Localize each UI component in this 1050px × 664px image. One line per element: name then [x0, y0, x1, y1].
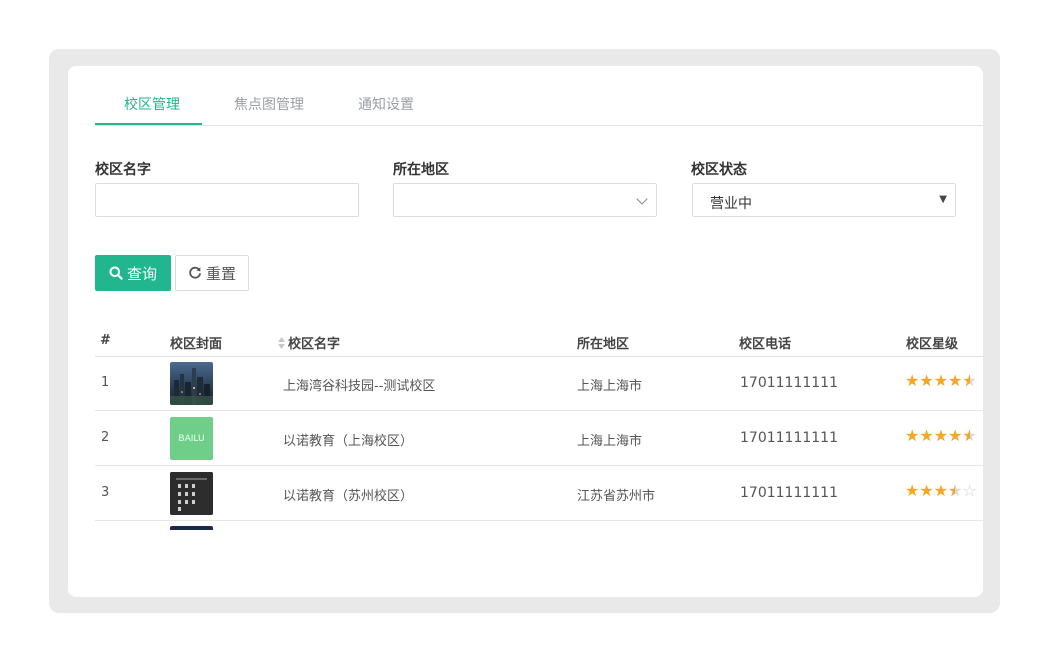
star-half-icon: ★ — [948, 481, 962, 500]
star-full-icon: ★ — [919, 371, 934, 390]
campus-name-input[interactable] — [96, 184, 358, 216]
header-phone: 校区电话 — [739, 337, 792, 352]
reset-button[interactable]: 重置 — [175, 255, 249, 291]
campus-cover-image: BAILU — [170, 417, 213, 460]
search-icon — [109, 266, 123, 280]
tab-notification-settings[interactable]: 通知设置 — [358, 94, 414, 114]
status-select[interactable]: 营业中 ▼ — [692, 183, 956, 217]
row-index: 3 — [101, 485, 110, 500]
header-cover: 校区封面 — [170, 337, 223, 352]
star-empty-icon: ☆ — [962, 481, 977, 500]
query-button[interactable]: 查询 — [95, 255, 171, 291]
cover-logo-text: BAILU — [178, 433, 205, 444]
row-phone: 17011111111 — [740, 375, 838, 391]
tab-bar: 校区管理 焦点图管理 通知设置 — [95, 66, 983, 126]
table-row[interactable]: 3 以诺教育（苏州校区） 江苏省苏州市 17011111111 ★★★★☆ — [95, 466, 983, 521]
region-select[interactable] — [393, 183, 657, 217]
star-full-icon: ★ — [905, 481, 920, 500]
refresh-icon — [189, 266, 201, 279]
row-campus-name: 上海湾谷科技园--测试校区 — [283, 379, 436, 394]
reset-button-label: 重置 — [205, 264, 236, 283]
row-phone: 17011111111 — [740, 430, 838, 446]
star-full-icon: ★ — [948, 371, 963, 390]
caret-down-icon: ▼ — [939, 194, 947, 205]
header-name: 校区名字 — [288, 337, 341, 352]
star-full-icon: ★ — [933, 426, 949, 445]
star-rating: ★★★★★ — [905, 426, 977, 445]
campus-cover-image — [170, 472, 213, 515]
row-region: 江苏省苏州市 — [577, 489, 656, 504]
main-card: 校区管理 焦点图管理 通知设置 校区名字 所在地区 校区状态 营业中 ▼ 查询 … — [68, 66, 983, 597]
next-row-cover-partial — [170, 526, 213, 530]
header-region: 所在地区 — [577, 337, 630, 352]
star-full-icon: ★ — [919, 481, 934, 500]
header-rating: 校区星级 — [906, 337, 959, 352]
table-row[interactable]: 2 BAILU 以诺教育（上海校区） 上海上海市 17011111111 ★★★… — [95, 411, 983, 466]
row-campus-name: 以诺教育（上海校区） — [283, 434, 414, 449]
star-rating: ★★★★☆ — [905, 481, 977, 500]
status-label: 校区状态 — [691, 162, 747, 178]
table-header: # 校区封面 校区名字 所在地区 校区电话 校区星级 — [95, 325, 983, 357]
star-half-icon: ★ — [962, 371, 976, 390]
tab-campus-management[interactable]: 校区管理 — [124, 94, 180, 114]
row-campus-name: 以诺教育（苏州校区） — [283, 489, 414, 504]
row-index: 1 — [101, 375, 110, 390]
star-full-icon: ★ — [919, 426, 934, 445]
star-full-icon: ★ — [905, 371, 920, 390]
row-region: 上海上海市 — [577, 434, 643, 449]
row-phone: 17011111111 — [740, 485, 838, 501]
tab-banner-management[interactable]: 焦点图管理 — [234, 94, 304, 114]
sort-icon — [278, 337, 285, 349]
campus-cover-image — [170, 362, 213, 405]
query-button-label: 查询 — [126, 264, 157, 283]
star-full-icon: ★ — [948, 426, 963, 445]
chevron-down-icon — [636, 193, 648, 205]
row-index: 2 — [101, 430, 110, 445]
campus-name-label: 校区名字 — [95, 162, 151, 178]
table-row[interactable]: 1 上海湾谷科技园--测试校区 上海上海市 17011111111 ★★★★★ … — [95, 356, 983, 411]
status-select-value: 营业中 — [710, 196, 752, 212]
star-full-icon: ★ — [933, 481, 949, 500]
star-rating: ★★★★★ — [905, 371, 977, 390]
row-region: 上海上海市 — [577, 379, 643, 394]
star-full-icon: ★ — [905, 426, 920, 445]
region-label: 所在地区 — [393, 162, 449, 178]
active-tab-indicator — [95, 123, 202, 125]
header-name-sortable[interactable]: 校区名字 — [278, 333, 340, 352]
star-full-icon: ★ — [933, 371, 949, 390]
star-half-icon: ★ — [962, 426, 976, 445]
header-index: # — [100, 333, 111, 348]
campus-name-field-wrapper — [95, 183, 359, 217]
